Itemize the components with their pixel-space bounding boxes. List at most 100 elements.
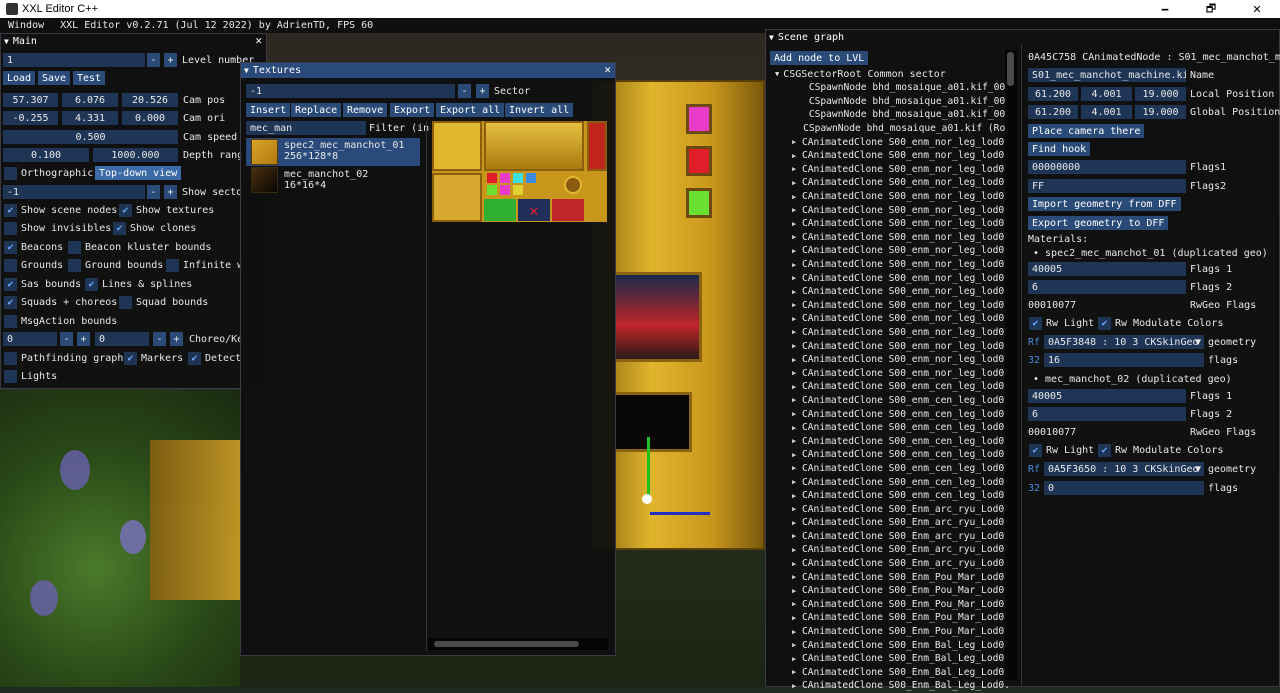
mat1-rw-light-checkbox[interactable]: ✔ Rw Light (1029, 316, 1094, 330)
collapsed-arrow-icon[interactable]: ▶ (792, 274, 802, 282)
global-pos-y[interactable]: 4.001 (1081, 105, 1132, 119)
pathfinding-checkbox[interactable]: Pathfinding graph (4, 351, 123, 365)
tree-node[interactable]: ▶ CAnimatedClone S00_Enm_Pou_Mar_Lod0. (766, 625, 1011, 639)
collapsed-arrow-icon[interactable]: ▶ (792, 437, 802, 445)
global-pos-z[interactable]: 19.000 (1135, 105, 1186, 119)
collapsed-arrow-icon[interactable]: ▶ (792, 179, 802, 187)
texture-sector-minus-button[interactable]: - (458, 84, 471, 98)
collapsed-arrow-icon[interactable]: ▶ (792, 152, 802, 160)
invert-all-button[interactable]: Invert all (505, 103, 574, 117)
squads-choreos-checkbox[interactable]: ✔ Squads + choreos (4, 295, 117, 309)
sas-bounds-checkbox[interactable]: ✔ Sas bounds (4, 277, 81, 291)
local-pos-y[interactable]: 4.001 (1081, 87, 1132, 101)
mat2-rw-light-checkbox[interactable]: ✔ Rw Light (1029, 443, 1094, 457)
node-name-input[interactable]: S01_mec_manchot_machine.kif (1028, 68, 1186, 82)
collapsed-arrow-icon[interactable]: ▶ (792, 573, 802, 581)
tree-node[interactable]: ▶ CAnimatedClone S00_enm_nor_leg_lod0. (766, 163, 1011, 177)
flags1-input[interactable]: 00000000 (1028, 160, 1186, 174)
collapsed-arrow-icon[interactable]: ▶ (792, 301, 802, 309)
collapsed-arrow-icon[interactable]: ▶ (792, 600, 802, 608)
tree-node[interactable]: ▶ CAnimatedClone S00_Enm_Bal_Leg_Lod0. (766, 638, 1011, 652)
collapsed-arrow-icon[interactable]: ▶ (792, 261, 802, 269)
show-sector-input[interactable]: -1 (3, 185, 145, 199)
mat2-flags-input[interactable]: 0 (1044, 481, 1204, 495)
collapsed-arrow-icon[interactable]: ▶ (792, 628, 802, 636)
tree-node[interactable]: ▶ CAnimatedClone S00_Enm_Pou_Mar_Lod0. (766, 611, 1011, 625)
tree-node[interactable]: CSpawnNode bhd_mosaique_a01.kif (Roc (766, 122, 1011, 136)
collapsed-arrow-icon[interactable]: ▶ (792, 424, 802, 432)
show-textures-checkbox[interactable]: ✔ Show textures (119, 203, 214, 217)
tree-v-scrollbar-thumb[interactable] (1007, 52, 1014, 86)
collapsed-arrow-icon[interactable]: ▶ (792, 233, 802, 241)
level-plus-button[interactable]: + (164, 53, 177, 67)
export-button[interactable]: Export (390, 103, 435, 117)
tree-node[interactable]: CSpawnNode bhd_mosaique_a01.kif_000 (766, 108, 1011, 122)
collapsed-arrow-icon[interactable]: ▶ (792, 356, 802, 364)
tree-node[interactable]: ▶ CAnimatedClone S00_enm_nor_leg_lod0. (766, 203, 1011, 217)
collapsed-arrow-icon[interactable]: ▶ (792, 492, 802, 500)
collapsed-arrow-icon[interactable]: ▶ (792, 247, 802, 255)
tree-node[interactable]: ▶ CAnimatedClone S00_Enm_arc_ryu_Lod0. (766, 530, 1011, 544)
collapsed-arrow-icon[interactable]: ▶ (792, 410, 802, 418)
texture-filter-input[interactable]: mec_man (246, 121, 366, 135)
remove-button[interactable]: Remove (343, 103, 388, 117)
collapsed-arrow-icon[interactable]: ▶ (792, 478, 802, 486)
cam-ori-z[interactable]: 0.000 (122, 111, 178, 125)
collapsed-arrow-icon[interactable]: ▶ (792, 138, 802, 146)
collapsed-arrow-icon[interactable]: ▶ (792, 396, 802, 404)
tree-v-scrollbar[interactable] (1005, 50, 1017, 680)
tree-node[interactable]: ▶ CAnimatedClone S00_enm_cen_leg_lod0. (766, 394, 1011, 408)
mat2-flags2-input[interactable]: 6 (1028, 407, 1186, 421)
tree-node[interactable]: ▶ CAnimatedClone S00_Enm_Pou_Mar_Lod0. (766, 570, 1011, 584)
export-geometry-button[interactable]: Export geometry to DFF (1028, 216, 1169, 230)
collapsed-arrow-icon[interactable]: ▶ (792, 220, 802, 228)
tree-node[interactable]: ▶ CAnimatedClone S00_enm_cen_leg_lod0. (766, 489, 1011, 503)
tree-node[interactable]: ▶ CAnimatedClone S00_enm_nor_leg_lod0. (766, 299, 1011, 313)
collapse-icon[interactable]: ▼ (769, 33, 774, 42)
collapsed-arrow-icon[interactable]: ▶ (792, 546, 802, 554)
tree-node[interactable]: ▶ CAnimatedClone S00_enm_cen_leg_lod0. (766, 462, 1011, 476)
tree-node[interactable]: ▶ CAnimatedClone S00_Enm_Pou_Mar_Lod0. (766, 598, 1011, 612)
export-all-button[interactable]: Export all (436, 103, 505, 117)
sector-minus-button[interactable]: - (147, 185, 160, 199)
tree-node[interactable]: ▶ CAnimatedClone S00_enm_nor_leg_lod0. (766, 231, 1011, 245)
choreo-b-plus-button[interactable]: + (170, 332, 183, 346)
cam-ori-x[interactable]: -0.255 (3, 111, 58, 125)
infinite-walls-checkbox[interactable]: Infinite w (166, 258, 243, 272)
msgaction-bounds-checkbox[interactable]: MsgAction bounds (4, 314, 117, 328)
cam-pos-z[interactable]: 20.526 (122, 93, 178, 107)
tree-node[interactable]: ▶ CAnimatedClone S00_enm_cen_leg_lod0. (766, 434, 1011, 448)
tree-node[interactable]: ▶ CAnimatedClone S00_enm_cen_leg_lod0. (766, 448, 1011, 462)
tree-node[interactable]: ▶ CAnimatedClone S00_enm_nor_leg_lod0. (766, 217, 1011, 231)
lines-splines-checkbox[interactable]: ✔ Lines & splines (85, 277, 192, 291)
menu-window[interactable]: Window (0, 20, 52, 31)
squad-bounds-checkbox[interactable]: Squad bounds (119, 295, 208, 309)
collapsed-arrow-icon[interactable]: ▶ (792, 641, 802, 649)
collapsed-arrow-icon[interactable]: ▶ (792, 519, 802, 527)
collapsed-arrow-icon[interactable]: ▶ (792, 682, 802, 690)
mat1-rw-modulate-checkbox[interactable]: ✔ Rw Modulate Colors (1098, 316, 1223, 330)
collapsed-arrow-icon[interactable]: ▶ (792, 532, 802, 540)
tree-node[interactable]: ▶ CAnimatedClone S00_enm_nor_leg_lod0. (766, 339, 1011, 353)
choreo-b-minus-button[interactable]: - (153, 332, 166, 346)
show-scene-nodes-checkbox[interactable]: ✔ Show scene nodes (4, 203, 117, 217)
mat1-geometry-select[interactable]: 0A5F3848 : 10 3 CKSkinGeo ▼ (1044, 335, 1204, 349)
collapsed-arrow-icon[interactable]: ▶ (792, 328, 802, 336)
tree-node[interactable]: ▶ CAnimatedClone S00_Enm_Pou_Mar_Lod0. (766, 584, 1011, 598)
tree-node[interactable]: ▶ CAnimatedClone S00_enm_nor_leg_lod0. (766, 135, 1011, 149)
local-pos-z[interactable]: 19.000 (1135, 87, 1186, 101)
collapsed-arrow-icon[interactable]: ▶ (792, 369, 802, 377)
tree-node[interactable]: ▶ CAnimatedClone S00_enm_nor_leg_lod0. (766, 353, 1011, 367)
level-number-input[interactable]: 1 (3, 53, 145, 67)
tree-node[interactable]: ▶ CAnimatedClone S00_Enm_Bal_Leg_Lod0. (766, 652, 1011, 666)
choreo-a-minus-button[interactable]: - (60, 332, 73, 346)
collapsed-arrow-icon[interactable]: ▶ (792, 614, 802, 622)
tree-node[interactable]: ▶ CAnimatedClone S00_Enm_arc_ryu_Lod0. (766, 516, 1011, 530)
beacons-checkbox[interactable]: ✔ Beacons (4, 240, 63, 254)
scene-graph-titlebar[interactable]: ▼ Scene graph (766, 30, 1279, 45)
collapsed-arrow-icon[interactable]: ▶ (792, 505, 802, 513)
find-hook-button[interactable]: Find hook (1028, 142, 1091, 156)
mat2-geometry-select[interactable]: 0A5F3650 : 10 3 CKSkinGeo ▼ (1044, 462, 1204, 476)
cam-ori-y[interactable]: 4.331 (62, 111, 118, 125)
collapsed-arrow-icon[interactable]: ▶ (792, 464, 802, 472)
